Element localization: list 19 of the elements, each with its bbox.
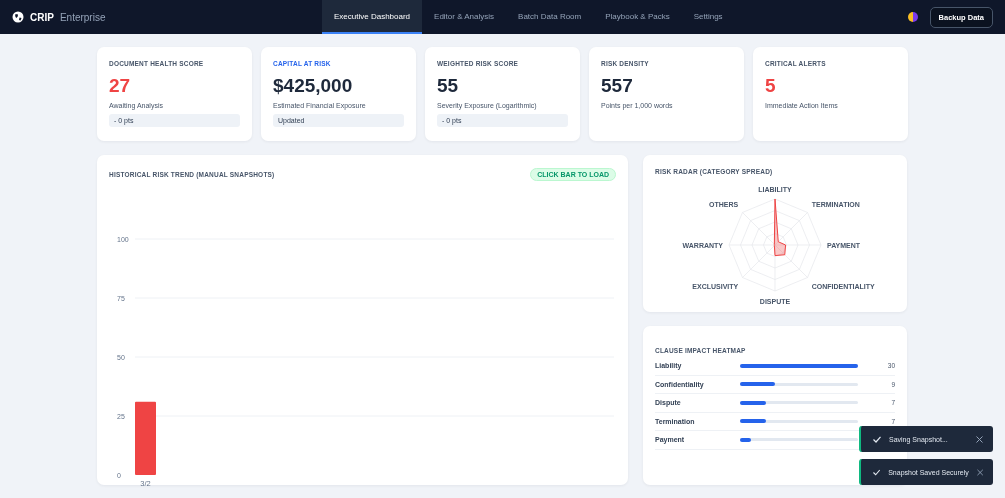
metric-value: 55	[437, 75, 459, 97]
globe-icon	[12, 11, 24, 23]
check-icon	[873, 468, 881, 476]
brand-edition: Enterprise	[59, 11, 106, 23]
nav-tab[interactable]: Playbook & Packs	[593, 0, 682, 34]
check-icon	[873, 435, 881, 443]
nav-tab[interactable]: Editor & Analysis	[422, 0, 507, 34]
theme-toggle-icon[interactable]	[907, 12, 918, 22]
metric-value: 5	[765, 75, 776, 97]
nav-tab[interactable]: Batch Data Room	[506, 0, 594, 34]
metric-value: 557	[601, 75, 633, 97]
metric-value: 27	[109, 75, 131, 97]
nav-tab[interactable]: Executive Dashboard	[322, 0, 423, 34]
radar-shape	[773, 198, 787, 257]
nav-tab[interactable]: Settings	[681, 0, 735, 34]
close-icon[interactable]	[976, 468, 983, 476]
metric-value: $425,000	[273, 75, 353, 97]
brand-name: CRIP	[30, 11, 54, 23]
close-icon[interactable]	[976, 435, 983, 443]
